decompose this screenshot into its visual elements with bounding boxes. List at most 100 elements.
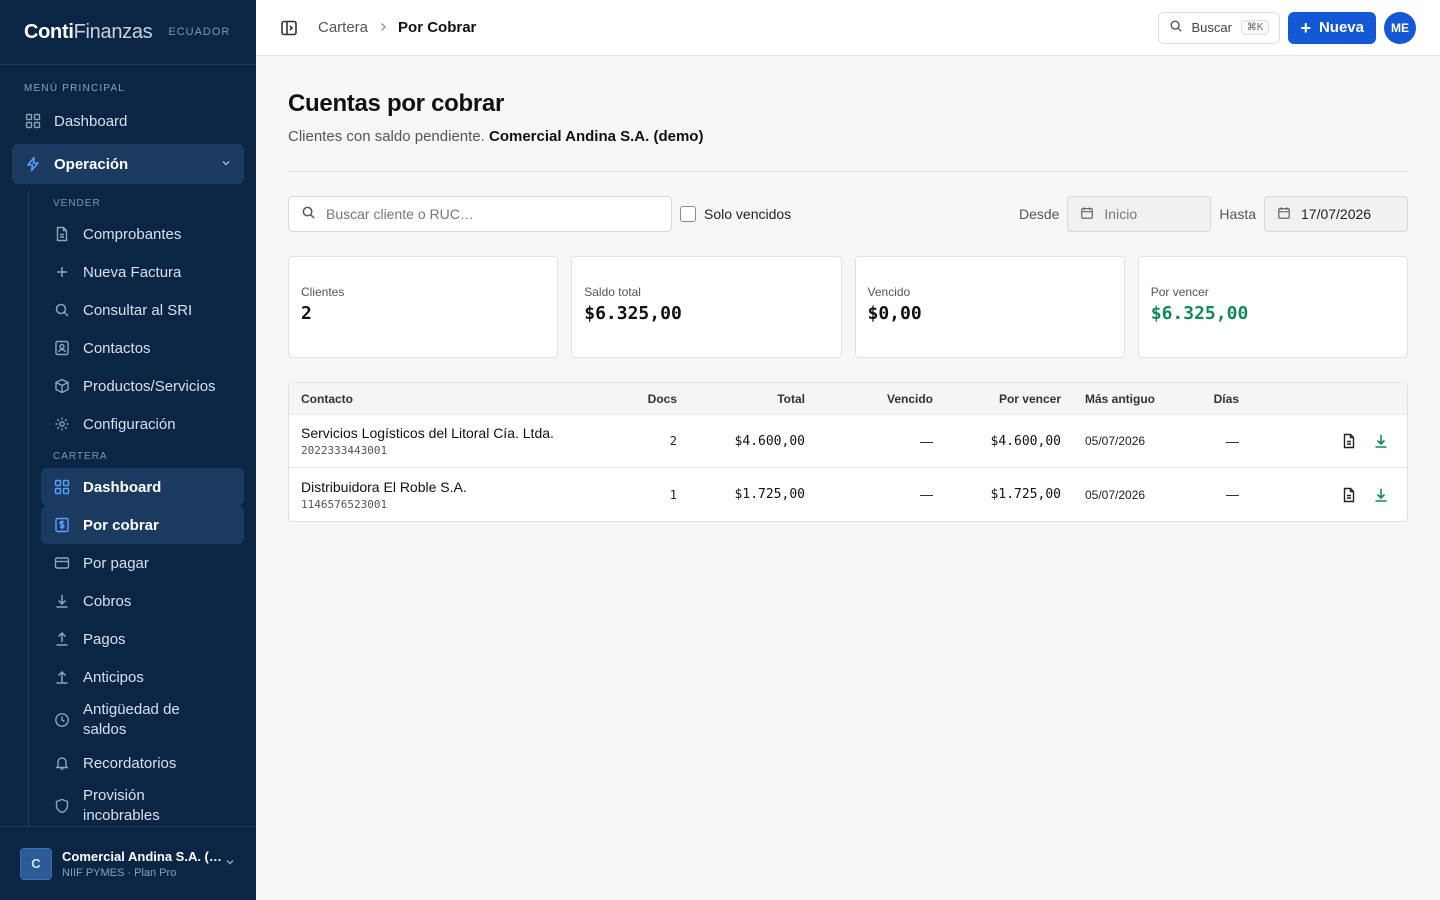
card-label: Vencido bbox=[867, 285, 911, 299]
sidebar-item-cobros[interactable]: Cobros bbox=[41, 582, 244, 620]
cell-oldest: 05/07/2026 bbox=[1085, 487, 1146, 502]
organization-switcher[interactable]: C Comercial Andina S.A. (demo) NIIF PYME… bbox=[0, 826, 256, 900]
sidebar-item-por-pagar[interactable]: Por pagar bbox=[41, 544, 244, 582]
sidebar-item-label: Dashboard bbox=[83, 478, 162, 496]
card-value: $0,00 bbox=[867, 303, 922, 324]
page-title: Cuentas por cobrar bbox=[288, 90, 504, 117]
cell-total: $4.600,00 bbox=[734, 433, 805, 449]
column-header-oldest[interactable]: Más antiguo bbox=[1061, 392, 1191, 406]
summary-cards: Clientes 2 Saldo total $6.325,00 Vencido… bbox=[288, 256, 1408, 358]
overdue-only-label: Solo vencidos bbox=[704, 206, 792, 222]
sidebar-item-comprobantes[interactable]: Comprobantes bbox=[41, 215, 244, 253]
sidebar: ContiFinanzas ECUADOR MENÚ PRINCIPAL Das… bbox=[0, 0, 256, 900]
plus-icon: + bbox=[1300, 17, 1311, 38]
lightning-icon bbox=[24, 155, 42, 173]
chevron-down-icon bbox=[220, 156, 232, 173]
breadcrumb-current: Por Cobrar bbox=[398, 19, 477, 36]
column-header-total[interactable]: Total bbox=[677, 392, 805, 406]
brand: ContiFinanzas ECUADOR bbox=[0, 0, 256, 65]
cell-pending: $1.725,00 bbox=[990, 487, 1061, 502]
sidebar-item-por-cobrar[interactable]: Por cobrar bbox=[41, 506, 244, 544]
card-value: 2 bbox=[301, 303, 312, 324]
to-label: Hasta bbox=[1219, 206, 1256, 222]
shield-icon bbox=[53, 797, 71, 815]
sidebar-item-contactos[interactable]: Contactos bbox=[41, 329, 244, 367]
sidebar-item-label: Por cobrar bbox=[83, 516, 159, 534]
global-search-button[interactable]: Buscar ⌘K bbox=[1158, 11, 1281, 44]
sidebar-toggle-icon[interactable] bbox=[280, 19, 298, 37]
summary-card-overdue: Vencido $0,00 bbox=[854, 256, 1125, 358]
table-header: Contacto Docs Total Vencido Por vencer M… bbox=[289, 383, 1407, 415]
sidebar-item-provision[interactable]: Provisión incobrables bbox=[41, 782, 244, 826]
sidebar-item-recordatorios[interactable]: Recordatorios bbox=[41, 744, 244, 782]
sidebar-item-label: Configuración bbox=[83, 415, 176, 433]
contact-ruc: 2022333443001 bbox=[301, 444, 388, 457]
sidebar-item-label: Comprobantes bbox=[83, 225, 182, 243]
clock-icon bbox=[53, 711, 71, 729]
sidebar-item-label: Por pagar bbox=[83, 554, 149, 572]
card-label: Por vencer bbox=[1150, 285, 1209, 299]
gear-icon bbox=[53, 415, 71, 433]
table-row[interactable]: Servicios Logísticos del Litoral Cía. Lt… bbox=[289, 415, 1407, 468]
sidebar-item-label: Provisión incobrables bbox=[83, 787, 160, 824]
summary-card-total-balance: Saldo total $6.325,00 bbox=[571, 256, 842, 358]
credit-card-icon bbox=[53, 554, 71, 572]
register-collection-icon[interactable] bbox=[1373, 433, 1389, 449]
sidebar-group-label: Operación bbox=[54, 155, 129, 173]
chevron-right-icon bbox=[378, 21, 388, 35]
contact-name[interactable]: Distribuidora El Roble S.A. bbox=[301, 479, 601, 495]
from-date-value: Inicio bbox=[1104, 206, 1138, 222]
search-icon bbox=[1169, 19, 1183, 36]
column-header-contact[interactable]: Contacto bbox=[289, 392, 601, 406]
org-info: Comercial Andina S.A. (demo) NIIF PYMES … bbox=[62, 849, 224, 879]
shortcut-hint: ⌘K bbox=[1240, 20, 1270, 35]
new-button[interactable]: + Nueva bbox=[1288, 11, 1376, 44]
sidebar-item-label: Anticipos bbox=[83, 668, 144, 686]
org-plan: NIIF PYMES · Plan Pro bbox=[62, 866, 177, 879]
register-collection-icon[interactable] bbox=[1373, 487, 1389, 503]
overdue-only-toggle[interactable]: Solo vencidos bbox=[680, 206, 791, 222]
main-menu-label: MENÚ PRINCIPAL bbox=[24, 83, 126, 94]
client-search-input[interactable]: Buscar cliente o RUC… bbox=[288, 196, 672, 232]
cell-overdue: — bbox=[920, 487, 933, 502]
breadcrumb-parent[interactable]: Cartera bbox=[318, 19, 368, 36]
row-actions bbox=[1239, 487, 1407, 503]
sidebar-item-consultar-sri[interactable]: Consultar al SRI bbox=[41, 291, 244, 329]
sidebar-item-label: Antigüedad de saldos bbox=[83, 701, 180, 738]
to-date-value: 17/07/2026 bbox=[1301, 206, 1372, 222]
overdue-only-checkbox[interactable] bbox=[680, 206, 696, 222]
arrow-up-icon bbox=[53, 668, 71, 686]
column-header-pending[interactable]: Por vencer bbox=[933, 392, 1061, 406]
sidebar-item-dashboard[interactable]: Dashboard bbox=[12, 102, 244, 140]
sidebar-item-antiguedad[interactable]: Antigüedad de saldos bbox=[41, 696, 244, 744]
client-search-placeholder: Buscar cliente o RUC… bbox=[326, 206, 474, 222]
sidebar-item-configuracion[interactable]: Configuración bbox=[41, 405, 244, 443]
sidebar-nav: MENÚ PRINCIPAL Dashboard Operación VENDE… bbox=[0, 65, 256, 826]
bell-icon bbox=[53, 754, 71, 772]
main-content: Cuentas por cobrar Clientes con saldo pe… bbox=[288, 56, 1408, 522]
column-header-docs[interactable]: Docs bbox=[601, 392, 677, 406]
contact-name[interactable]: Servicios Logísticos del Litoral Cía. Lt… bbox=[301, 425, 601, 441]
sidebar-item-productos[interactable]: Productos/Servicios bbox=[41, 367, 244, 405]
column-header-overdue[interactable]: Vencido bbox=[805, 392, 933, 406]
sidebar-item-label: Recordatorios bbox=[83, 754, 177, 772]
sidebar-group-operation[interactable]: Operación bbox=[12, 144, 244, 184]
table-row[interactable]: Distribuidora El Roble S.A. 114657652300… bbox=[289, 468, 1407, 521]
from-date-input[interactable]: Inicio bbox=[1067, 196, 1212, 232]
sidebar-item-cartera-dashboard[interactable]: Dashboard bbox=[41, 468, 244, 506]
sidebar-item-nueva-factura[interactable]: Nueva Factura bbox=[41, 253, 244, 291]
sidebar-item-anticipos[interactable]: Anticipos bbox=[41, 658, 244, 696]
sidebar-item-pagos[interactable]: Pagos bbox=[41, 620, 244, 658]
statement-document-icon[interactable] bbox=[1341, 433, 1357, 449]
brand-logo[interactable]: ContiFinanzas bbox=[24, 21, 153, 44]
to-date-input[interactable]: 17/07/2026 bbox=[1264, 196, 1408, 232]
file-icon bbox=[53, 225, 71, 243]
card-label: Clientes bbox=[301, 285, 345, 299]
box-icon bbox=[53, 377, 71, 395]
column-header-days[interactable]: Días bbox=[1191, 392, 1239, 406]
statement-document-icon[interactable] bbox=[1341, 487, 1357, 503]
portfolio-section-label: CARTERA bbox=[53, 451, 108, 462]
sidebar-item-label: Pagos bbox=[83, 630, 126, 648]
user-avatar[interactable]: ME bbox=[1384, 11, 1416, 44]
calendar-icon bbox=[1277, 206, 1291, 223]
